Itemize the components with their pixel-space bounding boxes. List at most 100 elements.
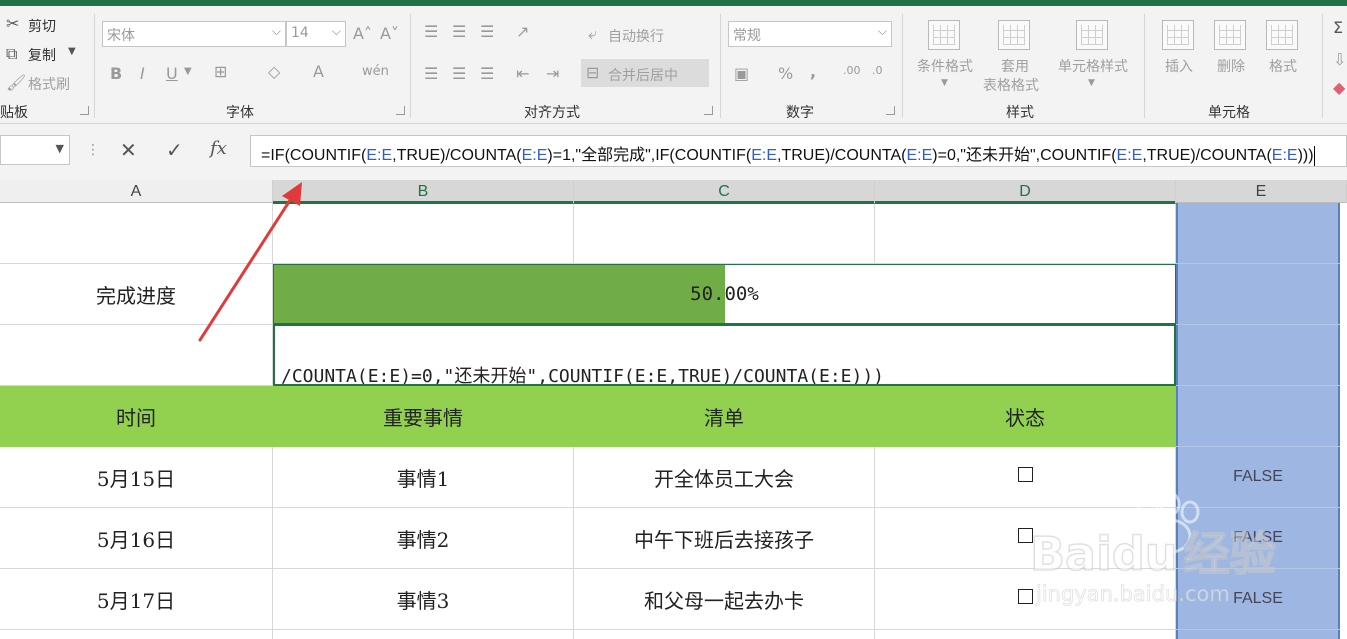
copy-button[interactable]: 复制	[28, 45, 56, 65]
increase-indent-icon[interactable]: ⇥	[546, 64, 559, 83]
formula-input[interactable]: =IF(COUNTIF(E:E,TRUE)/COUNTA(E:E)=1,"全部完…	[250, 135, 1347, 167]
cell-d1[interactable]	[875, 203, 1176, 264]
merge-center-button[interactable]: 合并后居中	[608, 65, 678, 85]
name-box[interactable]: ▼	[0, 135, 70, 165]
format-button[interactable]: 格式	[1260, 56, 1306, 76]
fill-color-icon[interactable]: ◇	[268, 62, 280, 81]
cell-date[interactable]: 5月16日	[0, 508, 273, 569]
cell-item[interactable]: 事情1	[273, 447, 574, 508]
table-format-button-line2[interactable]: 表格格式	[978, 75, 1044, 95]
cell-styles-button[interactable]: 单元格样式	[1054, 56, 1132, 76]
header-list[interactable]: 清单	[574, 386, 875, 447]
align-bottom-icon[interactable]: ☰	[480, 22, 494, 41]
decrease-indent-icon[interactable]: ⇤	[516, 64, 529, 83]
formula-text: ,TRUE)/COUNTA(	[392, 147, 522, 164]
cell-date[interactable]: 5月17日	[0, 569, 273, 630]
conditional-format-button[interactable]: 条件格式	[912, 56, 978, 76]
more-options-icon[interactable]: ⋮	[86, 142, 100, 158]
increase-font-icon[interactable]: A˄	[353, 24, 372, 43]
arrow-shaft	[198, 192, 296, 342]
cell-date[interactable]: 5月15日	[0, 447, 273, 508]
alignment-launcher-icon[interactable]	[704, 106, 713, 115]
cell-e4[interactable]	[1176, 386, 1340, 447]
paintbrush-icon: 🖌	[6, 73, 27, 92]
chevron-down-icon[interactable]: ▼	[184, 66, 192, 77]
italic-button[interactable]: I	[140, 64, 145, 83]
font-color-button[interactable]: A	[313, 62, 324, 81]
wrap-text-button[interactable]: 自动换行	[608, 26, 664, 46]
cancel-icon[interactable]: ✕	[120, 138, 137, 162]
number-format-select[interactable]: 常规 ⌵	[728, 21, 892, 47]
enter-icon[interactable]: ✓	[166, 138, 183, 162]
decrease-decimal-icon[interactable]: .0	[872, 64, 883, 77]
chevron-down-icon[interactable]: ▼	[941, 78, 948, 88]
column-header-c[interactable]: C	[574, 180, 875, 203]
chevron-down-icon[interactable]: ▼	[68, 46, 76, 57]
text-cursor	[1313, 145, 1315, 166]
cell-task[interactable]: 和父母一起去办卡	[574, 569, 875, 630]
cell-e3[interactable]	[1176, 325, 1340, 386]
header-time[interactable]: 时间	[0, 386, 273, 447]
font-size-select[interactable]: 14 ⌵	[286, 21, 346, 47]
insert-function-icon[interactable]: fx	[210, 138, 227, 159]
underline-button[interactable]: U	[166, 64, 178, 83]
currency-icon[interactable]: ▣	[734, 64, 749, 83]
header-important[interactable]: 重要事情	[273, 386, 574, 447]
cell-item[interactable]: 事情3	[273, 569, 574, 630]
decrease-font-icon[interactable]: A˅	[380, 24, 399, 43]
number-launcher-icon[interactable]	[886, 106, 895, 115]
formula-reference: E:E	[366, 147, 393, 164]
cell-task[interactable]: 中午下班后去接孩子	[574, 508, 875, 569]
group-divider	[1144, 14, 1145, 118]
align-center-icon[interactable]: ☰	[452, 64, 466, 83]
cell-next-row[interactable]	[875, 630, 1176, 639]
bold-button[interactable]: B	[110, 64, 122, 83]
font-name-select[interactable]: 宋体 ⌵	[102, 21, 286, 47]
delete-button[interactable]: 删除	[1208, 56, 1254, 76]
column-header-d[interactable]: D	[875, 180, 1176, 203]
percent-button[interactable]: %	[778, 64, 793, 83]
cell-c1[interactable]	[574, 203, 875, 264]
cell-e1[interactable]	[1176, 203, 1340, 264]
cell-next-row[interactable]	[273, 630, 574, 639]
fill-icon[interactable]: ⇩	[1333, 50, 1346, 69]
cell-item[interactable]: 事情2	[273, 508, 574, 569]
align-left-icon[interactable]: ☰	[424, 64, 438, 83]
formula-text: )))	[1297, 147, 1314, 164]
font-launcher-icon[interactable]	[396, 106, 405, 115]
cut-button[interactable]: 剪切	[28, 16, 56, 36]
cell-task[interactable]: 开全体员工大会	[574, 447, 875, 508]
borders-icon[interactable]: ⊞	[214, 62, 227, 81]
styles-group-label: 样式	[1006, 105, 1034, 121]
copy-icon: ⧉	[6, 44, 18, 63]
align-middle-icon[interactable]: ☰	[452, 22, 466, 41]
orientation-icon[interactable]: ↗	[516, 22, 529, 41]
cell-e2[interactable]	[1176, 264, 1340, 325]
table-format-button-line1[interactable]: 套用	[982, 56, 1048, 76]
chevron-down-icon[interactable]: ▼	[1088, 78, 1095, 88]
insert-cells-icon	[1162, 20, 1194, 50]
align-top-icon[interactable]: ☰	[424, 22, 438, 41]
formula-bar: ▼ ⋮ ✕ ✓ fx =IF(COUNTIF(E:E,TRUE)/COUNTA(…	[0, 124, 1347, 180]
comma-style-button[interactable]: ,	[810, 62, 816, 81]
status-checkbox[interactable]	[1017, 466, 1033, 482]
column-header-e[interactable]: E	[1176, 180, 1347, 203]
baidu-jingyan-watermark: Baidu 经验 jingyan.baidu.com	[1029, 490, 1330, 610]
group-divider	[720, 14, 721, 118]
format-painter-button[interactable]: 格式刷	[28, 74, 70, 94]
clear-icon[interactable]: ◆	[1333, 78, 1345, 97]
chevron-down-icon: ⌵	[877, 24, 887, 38]
font-group-label: 字体	[226, 105, 254, 121]
clipboard-launcher-icon[interactable]	[80, 106, 89, 115]
editing-cell[interactable]: /COUNTA(E:E)=0,"还未开始",COUNTIF(E:E,TRUE)/…	[273, 324, 1176, 386]
watermark-brand: Baidu 经验	[1029, 518, 1276, 584]
font-size-value: 14	[291, 25, 309, 41]
align-right-icon[interactable]: ☰	[480, 64, 494, 83]
header-status[interactable]: 状态	[875, 386, 1176, 447]
phonetic-button[interactable]: wén	[362, 64, 389, 79]
autosum-icon[interactable]: Σ	[1333, 18, 1343, 37]
increase-decimal-icon[interactable]: .00	[843, 64, 861, 77]
cell-next-row[interactable]	[0, 630, 273, 639]
insert-button[interactable]: 插入	[1156, 56, 1202, 76]
cell-next-row[interactable]	[574, 630, 875, 639]
